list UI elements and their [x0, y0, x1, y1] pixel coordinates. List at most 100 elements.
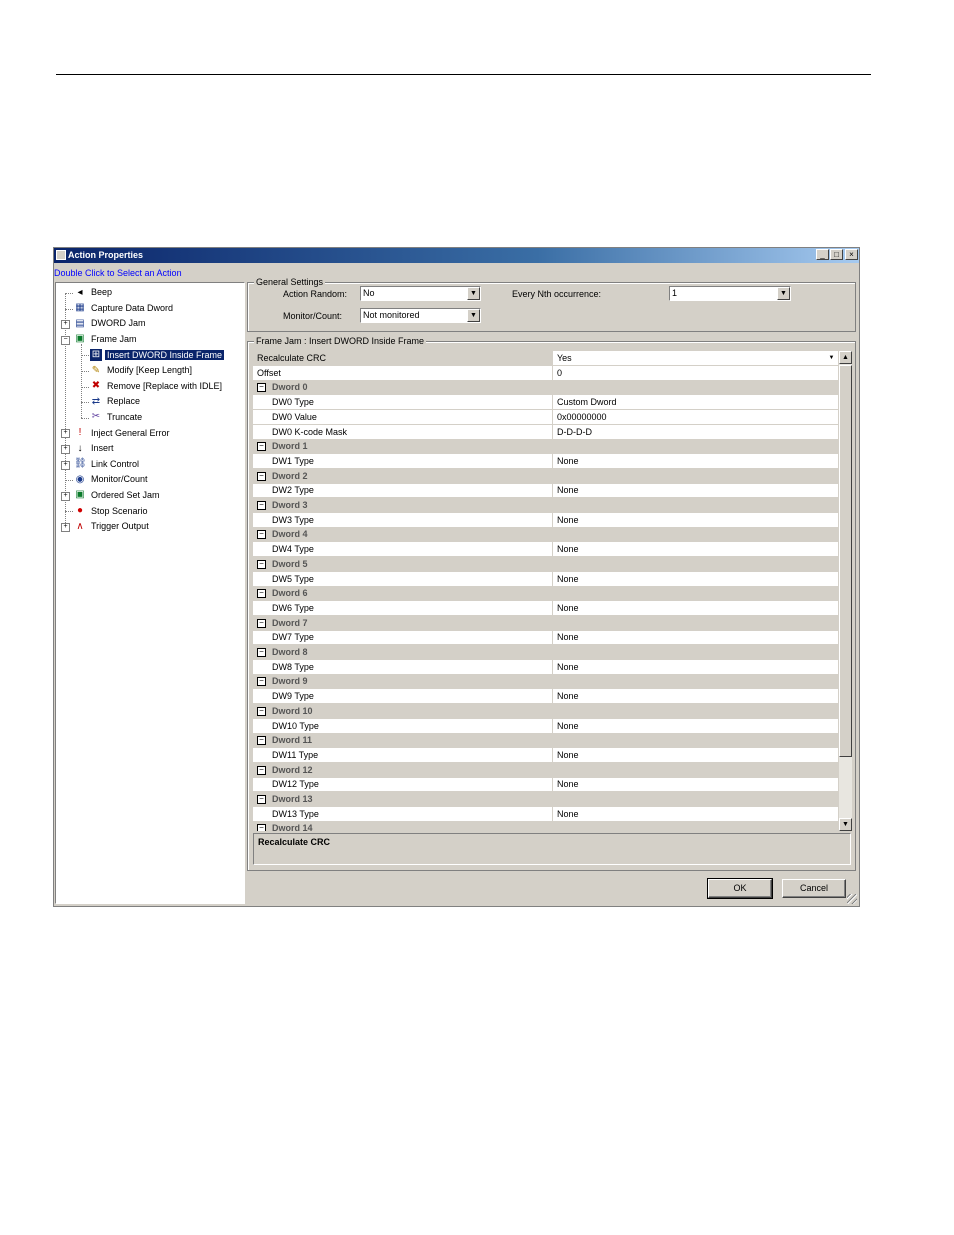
scroll-down-icon[interactable]: ▼: [839, 818, 852, 831]
property-value[interactable]: Custom Dword: [554, 395, 838, 409]
tree-item[interactable]: ⛓ Link Control: [74, 457, 141, 472]
property-category[interactable]: − Dword 7: [253, 615, 838, 631]
collapse-icon[interactable]: −: [257, 530, 266, 540]
scroll-up-icon[interactable]: ▲: [839, 351, 852, 364]
close-button[interactable]: ×: [845, 249, 858, 260]
property-row[interactable]: DW3 Type None: [253, 512, 838, 528]
collapse-icon[interactable]: −: [257, 383, 266, 393]
property-category[interactable]: − Dword 1: [253, 439, 838, 455]
monitor-count-combo[interactable]: Not monitored ▼: [360, 308, 481, 323]
tree-item[interactable]: ✎ Modify [Keep Length]: [90, 363, 194, 378]
tree-item[interactable]: ✂ Truncate: [90, 410, 144, 425]
property-row[interactable]: Offset 0: [253, 365, 838, 381]
property-row[interactable]: DW0 Value 0x00000000: [253, 409, 838, 425]
property-row[interactable]: DW8 Type None: [253, 659, 838, 675]
property-category[interactable]: − Dword 10: [253, 703, 838, 719]
collapse-icon[interactable]: −: [257, 471, 266, 481]
property-grid[interactable]: Recalculate CRC Yes ▼ Offset 0− Dword 0 DW0 Ty…: [253, 351, 838, 831]
property-value[interactable]: None: [554, 630, 838, 644]
collapse-icon[interactable]: −: [61, 335, 70, 345]
property-category[interactable]: − Dword 4: [253, 527, 838, 543]
property-row[interactable]: DW1 Type None: [253, 453, 838, 469]
expand-icon[interactable]: +: [61, 320, 70, 330]
property-value[interactable]: None: [554, 807, 838, 821]
scroll-thumb[interactable]: [839, 365, 852, 757]
tree-item[interactable]: ▣ Frame Jam: [74, 332, 139, 347]
action-random-combo[interactable]: No ▼: [360, 286, 481, 301]
chevron-down-icon[interactable]: ▼: [467, 309, 480, 322]
property-value[interactable]: None: [554, 689, 838, 703]
property-category[interactable]: − Dword 13: [253, 792, 838, 807]
tree-item[interactable]: ! Inject General Error: [74, 425, 172, 440]
property-row[interactable]: DW5 Type None: [253, 571, 838, 587]
property-value[interactable]: None: [554, 601, 838, 615]
ok-button[interactable]: OK: [707, 878, 773, 899]
collapse-icon[interactable]: −: [257, 736, 266, 746]
property-category[interactable]: − Dword 12: [253, 762, 838, 778]
property-value[interactable]: None: [554, 513, 838, 527]
property-row[interactable]: DW4 Type None: [253, 542, 838, 558]
tree-item[interactable]: ▣ Ordered Set Jam: [74, 488, 162, 503]
expand-icon[interactable]: +: [61, 460, 70, 470]
property-value[interactable]: 0x00000000: [554, 410, 838, 424]
tree-item[interactable]: ⊞ Insert DWORD Inside Frame: [90, 347, 225, 362]
expand-icon[interactable]: +: [61, 445, 70, 454]
property-row[interactable]: DW0 Type Custom Dword: [253, 395, 838, 411]
property-value[interactable]: None: [554, 660, 838, 674]
collapse-icon[interactable]: −: [257, 589, 266, 599]
tree-item[interactable]: ◂ Beep: [74, 285, 114, 300]
property-category[interactable]: − Dword 0: [253, 380, 838, 396]
tree-item[interactable]: ↓ Insert: [74, 441, 116, 456]
expand-icon[interactable]: +: [61, 491, 70, 501]
property-category[interactable]: − Dword 9: [253, 674, 838, 690]
tree-item[interactable]: ⇄ Replace: [90, 394, 142, 409]
property-category[interactable]: − Dword 6: [253, 586, 838, 602]
collapse-icon[interactable]: −: [257, 677, 266, 687]
action-tree[interactable]: ◂ Beep ▦ Capture Data Dword ▤ DWORD Jam + ▣ Fram…: [55, 282, 245, 904]
collapse-icon[interactable]: −: [257, 648, 266, 657]
property-category[interactable]: − Dword 3: [253, 498, 838, 513]
tree-item[interactable]: ◉ Monitor/Count: [74, 472, 150, 487]
collapse-icon[interactable]: −: [257, 706, 266, 716]
chevron-down-icon[interactable]: ▼: [777, 287, 790, 300]
tree-item[interactable]: ● Stop Scenario: [74, 503, 150, 518]
collapse-icon[interactable]: −: [257, 442, 266, 452]
property-value[interactable]: None: [554, 483, 838, 497]
property-category[interactable]: − Dword 8: [253, 645, 838, 660]
chevron-down-icon[interactable]: ▼: [827, 353, 836, 363]
property-value[interactable]: D-D-D-D: [554, 425, 838, 439]
title-bar[interactable]: Action Properties _ □ ×: [54, 248, 859, 263]
collapse-icon[interactable]: −: [257, 559, 266, 569]
property-value[interactable]: None: [554, 542, 838, 556]
every-nth-combo[interactable]: 1 ▼: [669, 286, 791, 301]
property-value[interactable]: None: [554, 454, 838, 468]
property-category[interactable]: − Dword 14: [253, 821, 838, 831]
property-category[interactable]: − Dword 2: [253, 468, 838, 484]
collapse-icon[interactable]: −: [257, 795, 266, 804]
collapse-icon[interactable]: −: [257, 501, 266, 510]
property-value[interactable]: 0: [554, 366, 838, 380]
minimize-button[interactable]: _: [816, 249, 829, 260]
property-row[interactable]: DW11 Type None: [253, 747, 838, 763]
property-value[interactable]: None: [554, 719, 838, 733]
expand-icon[interactable]: +: [61, 523, 70, 532]
property-row[interactable]: DW2 Type None: [253, 483, 838, 499]
property-value[interactable]: Yes ▼: [554, 351, 838, 365]
tree-item[interactable]: ▤ DWORD Jam: [74, 316, 148, 331]
expand-icon[interactable]: +: [61, 429, 70, 439]
property-value[interactable]: None: [554, 777, 838, 791]
tree-item[interactable]: ✖ Remove [Replace with IDLE]: [90, 379, 224, 394]
collapse-icon[interactable]: −: [257, 618, 266, 628]
cancel-button[interactable]: Cancel: [782, 879, 846, 898]
collapse-icon[interactable]: −: [257, 824, 266, 831]
tree-item[interactable]: ∧ Trigger Output: [74, 519, 151, 534]
resize-grip[interactable]: [847, 894, 857, 904]
property-row[interactable]: DW6 Type None: [253, 600, 838, 616]
property-row[interactable]: DW9 Type None: [253, 689, 838, 705]
maximize-button[interactable]: □: [830, 249, 843, 260]
property-row[interactable]: DW7 Type None: [253, 630, 838, 646]
property-row[interactable]: DW13 Type None: [253, 806, 838, 822]
collapse-icon[interactable]: −: [257, 765, 266, 775]
property-category[interactable]: − Dword 5: [253, 556, 838, 572]
property-grid-scrollbar[interactable]: ▲ ▼: [839, 351, 852, 831]
